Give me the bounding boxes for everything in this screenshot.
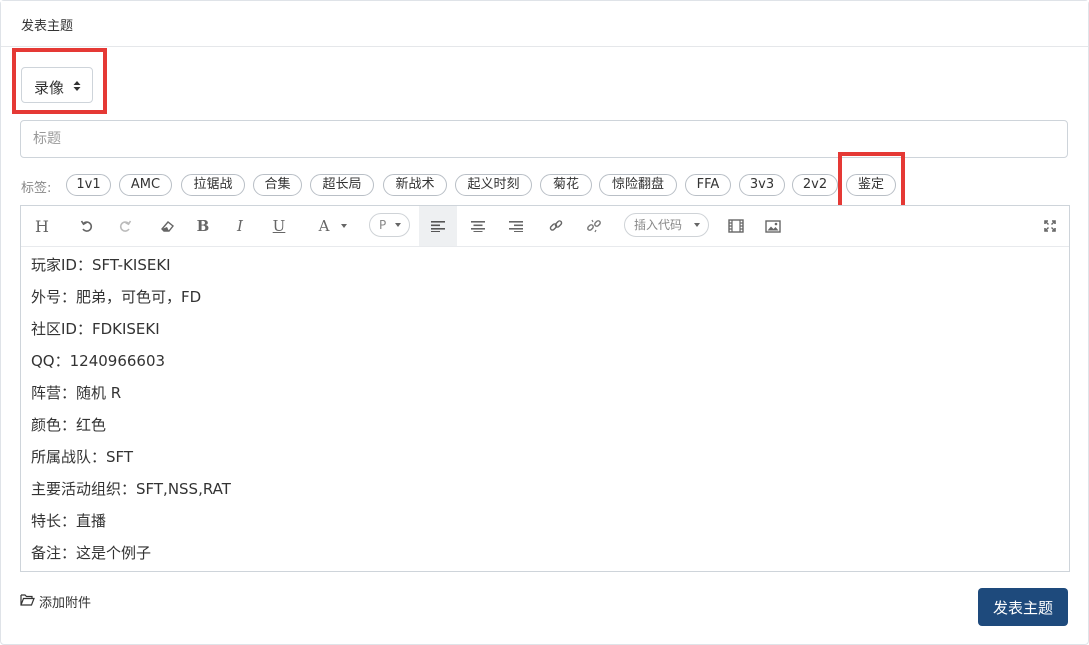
chevron-down-icon (694, 223, 700, 227)
align-left-icon[interactable] (419, 206, 457, 246)
video-icon[interactable] (725, 206, 747, 246)
bold-icon[interactable]: B (192, 206, 214, 246)
paragraph-select[interactable]: P (369, 213, 410, 237)
tag-3v3[interactable]: 3v3 (739, 174, 785, 196)
eraser-icon[interactable] (157, 206, 179, 246)
align-right-icon[interactable] (505, 206, 527, 246)
content-line: 外号：肥弟，可色可，FD (31, 288, 202, 306)
editor-toolbar: H B I U A P 插入代码 (21, 206, 1069, 247)
font-color-icon[interactable]: A (313, 206, 335, 246)
undo-icon[interactable] (76, 206, 98, 246)
tag-amc[interactable]: AMC (119, 174, 172, 196)
tags-label: 标签: (21, 181, 52, 196)
link-icon[interactable] (545, 206, 567, 246)
rich-text-editor[interactable]: H B I U A P 插入代码 玩家ID：SFT-KISEKI 外号：肥弟，可… (20, 205, 1070, 572)
unlink-icon[interactable] (583, 206, 605, 246)
font-color-dropdown-icon[interactable] (339, 206, 349, 246)
align-center-icon[interactable] (467, 206, 489, 246)
folder-open-icon (20, 594, 35, 606)
content-line: 颜色：红色 (31, 416, 107, 434)
tag-ffa[interactable]: FFA (685, 174, 731, 196)
tag-collection[interactable]: 合集 (253, 174, 302, 196)
tag-long-game[interactable]: 超长局 (310, 174, 374, 196)
tag-tug-of-war[interactable]: 拉锯战 (181, 174, 245, 196)
paragraph-select-value: P (379, 218, 387, 232)
redo-icon[interactable] (114, 206, 136, 246)
tag-uprising-moment[interactable]: 起义时刻 (455, 174, 532, 196)
add-attachment-label: 添加附件 (39, 596, 92, 611)
editor-content[interactable]: 玩家ID：SFT-KISEKI 外号：肥弟，可色可，FD 社区ID：FDKISE… (31, 254, 1051, 574)
content-line: 玩家ID：SFT-KISEKI (31, 256, 171, 274)
content-line: 特长：直播 (31, 512, 107, 530)
card-header: 发表主题 (1, 1, 1088, 47)
heading-icon[interactable]: H (30, 206, 54, 246)
page-title: 发表主题 (21, 19, 74, 34)
tag-1v1[interactable]: 1v1 (66, 174, 111, 196)
content-line: 社区ID：FDKISEKI (31, 320, 160, 338)
image-icon[interactable] (762, 206, 784, 246)
chevron-down-icon (395, 223, 401, 227)
italic-icon[interactable]: I (229, 206, 251, 246)
fullscreen-icon[interactable] (1039, 206, 1061, 246)
content-line: 主要活动组织：SFT,NSS,RAT (31, 480, 231, 498)
submit-topic-button[interactable]: 发表主题 (978, 588, 1068, 626)
highlight-box-appraisal-tag (838, 152, 905, 213)
underline-icon[interactable]: U (268, 206, 290, 246)
content-line: 备注：这是个例子 (31, 544, 152, 562)
tag-new-tactic[interactable]: 新战术 (383, 174, 447, 196)
insert-code-select[interactable]: 插入代码 (624, 213, 709, 237)
content-line: 所属战队：SFT (31, 448, 134, 466)
tag-chrysanthemum[interactable]: 菊花 (540, 174, 592, 196)
content-line: 阵营：随机 R (31, 384, 122, 402)
content-line: QQ：1240966603 (31, 352, 166, 370)
title-input[interactable] (20, 120, 1068, 158)
insert-code-select-label: 插入代码 (634, 218, 683, 232)
tag-comeback[interactable]: 惊险翻盘 (599, 174, 677, 196)
highlight-box-type-select (12, 48, 107, 114)
tag-2v2[interactable]: 2v2 (792, 174, 838, 196)
